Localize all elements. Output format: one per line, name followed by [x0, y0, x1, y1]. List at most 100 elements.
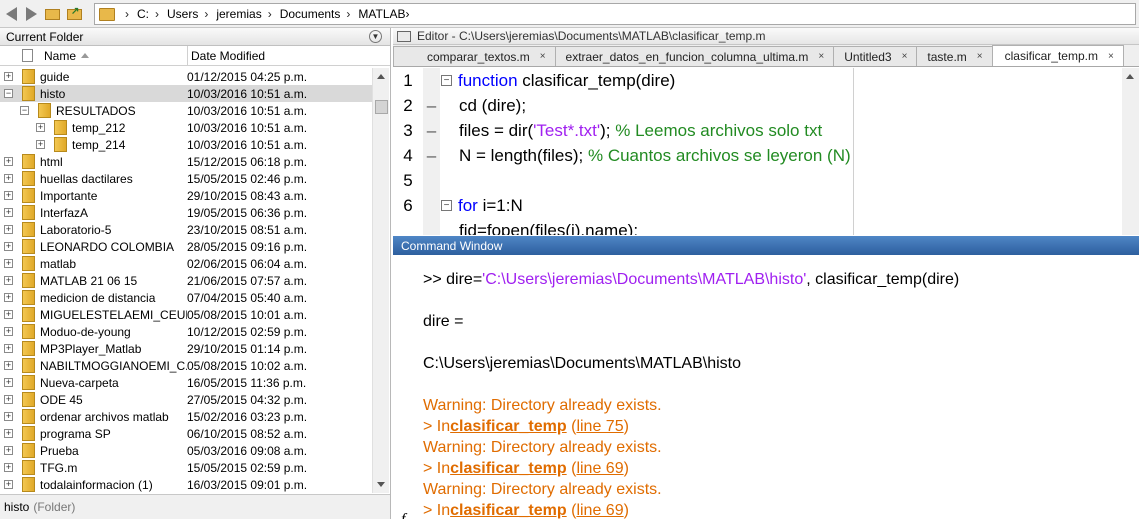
fx-icon[interactable]: f [401, 509, 405, 519]
folder-row[interactable]: + temp_214 10/03/2016 10:51 a.m. [0, 136, 372, 153]
expand-toggle-icon[interactable]: + [4, 225, 13, 234]
folder-row[interactable]: + Moduo-de-young 10/12/2015 02:59 p.m. [0, 323, 372, 340]
expand-toggle-icon[interactable]: + [4, 327, 13, 336]
expand-toggle-icon[interactable]: + [36, 140, 45, 149]
expand-toggle-icon[interactable]: + [36, 123, 45, 132]
editor-tab[interactable]: taste.m × [916, 46, 993, 66]
close-tab-icon[interactable]: × [818, 51, 824, 62]
folder-row[interactable]: + matlab 02/06/2015 06:04 a.m. [0, 255, 372, 272]
command-window-body[interactable]: >> dire= 'C:\Users\jeremias\Documents\MAT… [393, 255, 1139, 519]
folder-row[interactable]: + Laboratorio-5 23/10/2015 08:51 a.m. [0, 221, 372, 238]
scroll-up-icon[interactable] [377, 74, 385, 79]
expand-toggle-icon[interactable]: + [4, 395, 13, 404]
chevron-right-icon[interactable]: › [204, 7, 208, 21]
fold-toggle-icon[interactable]: − [441, 200, 452, 211]
folder-row[interactable]: + Nueva-carpeta 16/05/2015 11:36 p.m. [0, 374, 372, 391]
expand-toggle-icon[interactable]: + [4, 429, 13, 438]
chevron-right-icon[interactable]: › [346, 7, 350, 21]
editor-tab[interactable]: Untitled3 × [833, 46, 918, 66]
folder-row[interactable]: + TFG.m 15/05/2015 02:59 p.m. [0, 459, 372, 476]
chevron-right-icon[interactable]: › [406, 7, 410, 21]
folder-row[interactable]: − RESULTADOS 10/03/2016 10:51 a.m. [0, 102, 372, 119]
editor-scrollbar[interactable] [1122, 68, 1139, 235]
chevron-right-icon[interactable]: › [268, 7, 272, 21]
breadcrumb-item[interactable]: › C: [119, 7, 149, 21]
breakpoint-marker[interactable]: – [423, 96, 440, 116]
expand-toggle-icon[interactable]: + [4, 344, 13, 353]
expand-toggle-icon[interactable]: + [4, 157, 13, 166]
close-tab-icon[interactable]: × [540, 51, 546, 62]
folder-row[interactable]: + huellas dactilares 15/05/2015 02:46 p.m. [0, 170, 372, 187]
code-line[interactable]: 4– N = length(files); % Cuantos archivos … [393, 143, 1139, 168]
function-link[interactable]: clasificar_temp [450, 460, 567, 478]
folder-row[interactable]: + Importante 29/10/2015 08:43 a.m. [0, 187, 372, 204]
browse-folder-button[interactable]: ↗ [66, 5, 84, 23]
expand-toggle-icon[interactable]: − [20, 106, 29, 115]
up-folder-button[interactable] [44, 5, 62, 23]
forward-button[interactable] [22, 5, 40, 23]
code-line[interactable]: fid=fopen(files(i).name); [393, 218, 1139, 236]
expand-toggle-icon[interactable]: + [4, 259, 13, 268]
code-line[interactable]: 5 [393, 168, 1139, 193]
folder-row[interactable]: + MIGUELESTELAEMI_CEUP... 05/08/2015 10:01… [0, 306, 372, 323]
close-tab-icon[interactable]: × [902, 51, 908, 62]
expand-toggle-icon[interactable]: + [4, 480, 13, 489]
line-link[interactable]: line 69 [576, 460, 623, 478]
close-tab-icon[interactable]: × [977, 51, 983, 62]
folder-row[interactable]: + programa SP 06/10/2015 08:52 a.m. [0, 425, 372, 442]
folder-row[interactable]: + NABILTMOGGIANOEMI_C... 05/08/2015 10:02 … [0, 357, 372, 374]
folder-row[interactable]: + html 15/12/2015 06:18 p.m. [0, 153, 372, 170]
code-line[interactable]: 1 − function clasificar_temp(dire) [393, 68, 1139, 93]
breadcrumb-item[interactable]: › Users [149, 7, 198, 21]
folder-row[interactable]: + temp_212 10/03/2016 10:51 a.m. [0, 119, 372, 136]
editor-tab[interactable]: extraer_datos_en_funcion_columna_ultima.… [554, 46, 835, 66]
name-column-header[interactable]: Name [0, 46, 188, 65]
line-link[interactable]: line 69 [576, 502, 623, 519]
command-window[interactable]: Command Window >> dire= 'C:\Users\jeremia… [393, 236, 1139, 519]
scroll-down-icon[interactable] [377, 482, 385, 487]
expand-toggle-icon[interactable]: + [4, 174, 13, 183]
expand-toggle-icon[interactable]: + [4, 310, 13, 319]
scroll-up-icon[interactable] [1126, 74, 1134, 79]
expand-toggle-icon[interactable]: − [4, 89, 13, 98]
breadcrumb-item[interactable]: › MATLAB [340, 7, 405, 21]
expand-toggle-icon[interactable]: + [4, 378, 13, 387]
chevron-right-icon[interactable]: › [155, 7, 159, 21]
line-link[interactable]: line 75 [576, 418, 623, 436]
breakpoint-marker[interactable]: – [423, 146, 440, 166]
scroll-thumb[interactable] [375, 100, 388, 114]
chevron-right-icon[interactable]: › [125, 7, 129, 21]
folder-row[interactable]: + Prueba 05/03/2016 09:08 a.m. [0, 442, 372, 459]
folder-row[interactable]: + ODE 45 27/05/2015 04:32 p.m. [0, 391, 372, 408]
back-button[interactable] [2, 5, 20, 23]
folder-row[interactable]: + LEONARDO COLOMBIA 28/05/2015 09:16 p.m. [0, 238, 372, 255]
breadcrumb-item[interactable]: › Documents [262, 7, 341, 21]
expand-toggle-icon[interactable]: + [4, 463, 13, 472]
folder-row[interactable]: + InterfazA 19/05/2015 06:36 p.m. [0, 204, 372, 221]
expand-toggle-icon[interactable]: + [4, 72, 13, 81]
expand-toggle-icon[interactable]: + [4, 446, 13, 455]
expand-toggle-icon[interactable]: + [4, 208, 13, 217]
breadcrumb-item[interactable]: › jeremias [198, 7, 261, 21]
folder-row[interactable]: + MP3Player_Matlab 29/10/2015 01:14 p.m. [0, 340, 372, 357]
code-area[interactable]: 1− function clasificar_temp(dire) 2– cd (di… [393, 68, 1139, 235]
expand-toggle-icon[interactable]: + [4, 412, 13, 421]
date-column-header[interactable]: Date Modified [188, 46, 390, 65]
folder-row[interactable]: − histo 10/03/2016 10:51 a.m. [0, 85, 372, 102]
folder-row[interactable]: + todalainformacion (1) 16/03/2015 09:01 p… [0, 476, 372, 493]
code-line[interactable]: 6 − for i=1:N [393, 193, 1139, 218]
function-link[interactable]: clasificar_temp [450, 418, 567, 436]
file-list-scrollbar[interactable] [372, 68, 389, 493]
editor-tab[interactable]: comparar_textos.m × [393, 46, 556, 66]
expand-toggle-icon[interactable]: + [4, 361, 13, 370]
close-tab-icon[interactable]: × [1108, 51, 1114, 62]
folder-row[interactable]: + medicion de distancia 07/04/2015 05:40 a… [0, 289, 372, 306]
path-input[interactable]: › C: › Users › jeremias › Documents › MATLAB › [94, 3, 1136, 25]
editor-tab[interactable]: clasificar_temp.m × [991, 45, 1124, 66]
code-line[interactable]: 2– cd (dire); [393, 93, 1139, 118]
expand-toggle-icon[interactable]: + [4, 191, 13, 200]
fold-toggle-icon[interactable]: − [441, 75, 452, 86]
breakpoint-marker[interactable]: – [423, 121, 440, 141]
function-link[interactable]: clasificar_temp [450, 502, 567, 519]
panel-menu-button[interactable]: ▼ [369, 30, 382, 43]
